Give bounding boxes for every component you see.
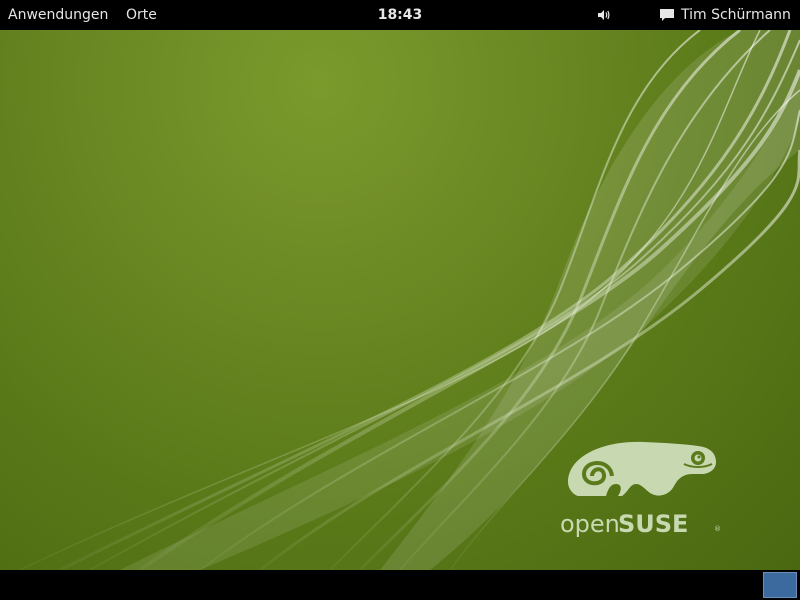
volume-icon[interactable] xyxy=(596,7,612,23)
chat-icon[interactable] xyxy=(659,7,675,23)
top-panel: Anwendungen Orte 18:43 Tim Schürmann xyxy=(0,0,800,30)
logo-registered-mark: ® xyxy=(714,525,721,533)
desktop-background[interactable]: open SUSE ® xyxy=(0,30,800,570)
desktop-screen: Anwendungen Orte 18:43 Tim Schürmann ope… xyxy=(0,0,800,600)
logo-text-open: open xyxy=(560,510,620,538)
bottom-panel xyxy=(0,570,800,600)
workspace-switcher[interactable] xyxy=(763,572,797,598)
user-menu[interactable]: Tim Schürmann xyxy=(681,0,791,30)
clock[interactable]: 18:43 xyxy=(360,0,440,30)
places-menu[interactable]: Orte xyxy=(126,0,157,30)
applications-menu[interactable]: Anwendungen xyxy=(8,0,108,30)
logo-text-suse: SUSE xyxy=(618,510,688,538)
opensuse-logo: open SUSE ® xyxy=(560,441,721,538)
